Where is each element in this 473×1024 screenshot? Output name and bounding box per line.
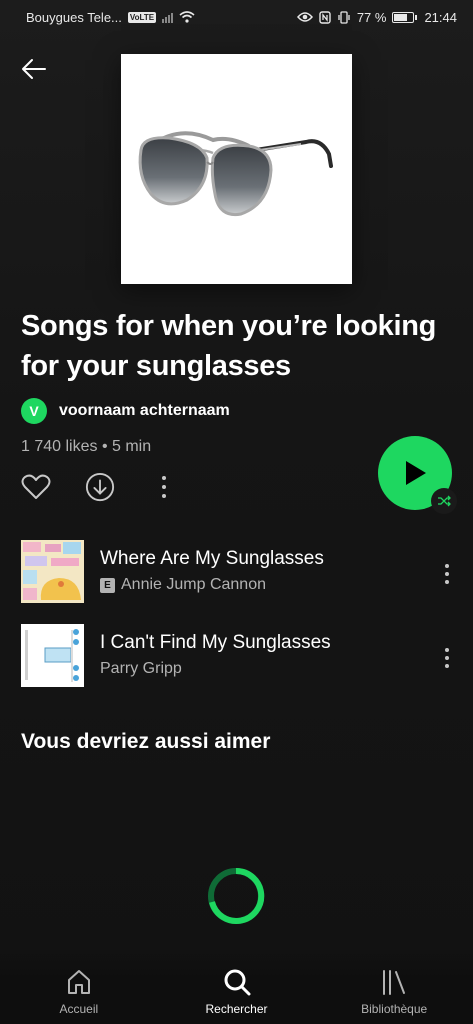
track-artwork — [21, 539, 84, 603]
heart-icon — [21, 474, 51, 499]
nav-search[interactable]: Rechercher — [158, 950, 316, 1024]
track-info: I Can't Find My Sunglasses Parry Gripp — [100, 632, 331, 678]
download-icon — [85, 472, 115, 502]
clock: 21:44 — [424, 9, 457, 25]
nav-search-label: Rechercher — [205, 1002, 268, 1016]
sunglasses-image — [138, 131, 333, 217]
track-row[interactable]: Where Are My Sunglasses E Annie Jump Can… — [21, 539, 461, 603]
playlist-owner[interactable]: V voornaam achternaam — [21, 398, 230, 424]
search-icon — [224, 969, 250, 996]
vibrate-icon — [338, 10, 350, 24]
battery-icon — [392, 11, 418, 23]
more-icon-dot — [162, 494, 166, 498]
more-icon — [162, 476, 166, 480]
playlist-screen: Bouygues Tele... VoLTE 77 % 21:44 Songs … — [0, 0, 473, 1024]
battery-percent: 77 % — [356, 9, 387, 25]
section-title: Vous devriez aussi aimer — [21, 730, 271, 753]
like-button[interactable] — [21, 470, 51, 504]
nav-library[interactable]: Bibliothèque — [315, 950, 473, 1024]
library-icon — [383, 970, 406, 995]
carrier-name: Bouygues Tele... — [26, 9, 122, 25]
owner-name: voornaam achternaam — [59, 402, 230, 419]
album-art-image — [21, 623, 84, 687]
back-arrow-icon — [22, 59, 46, 79]
track-title: Where Are My Sunglasses — [100, 548, 324, 569]
playlist-title: Songs for when you’re looking for your s… — [21, 310, 437, 382]
nfc-icon — [319, 10, 331, 24]
track-title: I Can't Find My Sunglasses — [100, 632, 331, 653]
shuffle-icon — [438, 495, 451, 507]
play-icon — [406, 461, 426, 485]
bottom-navigation: Accueil Rechercher Bibliothèque — [0, 950, 473, 1024]
track-artist: Parry Gripp — [100, 660, 182, 677]
track-row[interactable]: I Can't Find My Sunglasses Parry Gripp — [21, 623, 461, 687]
wifi-icon — [179, 11, 195, 23]
more-icon-dot — [162, 485, 166, 489]
track-info: Where Are My Sunglasses E Annie Jump Can… — [100, 548, 324, 594]
playlist-actions — [21, 470, 179, 504]
volte-badge: VoLTE — [127, 11, 157, 23]
track-artist-line: Parry Gripp — [100, 660, 331, 678]
more-icon-dot — [445, 580, 449, 584]
track-artwork — [21, 623, 84, 687]
more-options-button[interactable] — [149, 470, 179, 504]
back-button[interactable] — [20, 56, 48, 82]
carrier-group: Bouygues Tele... VoLTE — [26, 10, 195, 25]
track-artist-line: E Annie Jump Cannon — [100, 576, 324, 594]
album-art-image — [21, 539, 84, 603]
more-icon-dot — [445, 656, 449, 660]
more-icon — [445, 564, 449, 568]
loading-spinner-icon — [208, 867, 265, 924]
avatar: V — [21, 398, 47, 424]
nav-library-label: Bibliothèque — [361, 1002, 428, 1016]
eye-icon — [296, 12, 313, 22]
status-bar: Bouygues Tele... VoLTE 77 % 21:44 — [0, 0, 473, 34]
nav-home[interactable]: Accueil — [0, 950, 158, 1024]
more-icon-dot — [445, 664, 449, 668]
status-right: 77 % 21:44 — [296, 9, 457, 25]
more-icon-dot — [445, 572, 449, 576]
download-button[interactable] — [85, 470, 115, 504]
home-icon — [67, 970, 90, 994]
more-icon — [445, 648, 449, 652]
explicit-badge: E — [100, 577, 115, 593]
track-more-button[interactable] — [439, 645, 455, 671]
shuffle-badge[interactable] — [431, 488, 457, 514]
nav-home-label: Accueil — [59, 1002, 99, 1016]
signal-icon — [162, 11, 174, 23]
track-artist: Annie Jump Cannon — [121, 576, 266, 593]
playlist-cover — [121, 54, 352, 284]
playlist-meta: 1 740 likes • 5 min — [21, 438, 152, 455]
track-more-button[interactable] — [439, 561, 455, 587]
